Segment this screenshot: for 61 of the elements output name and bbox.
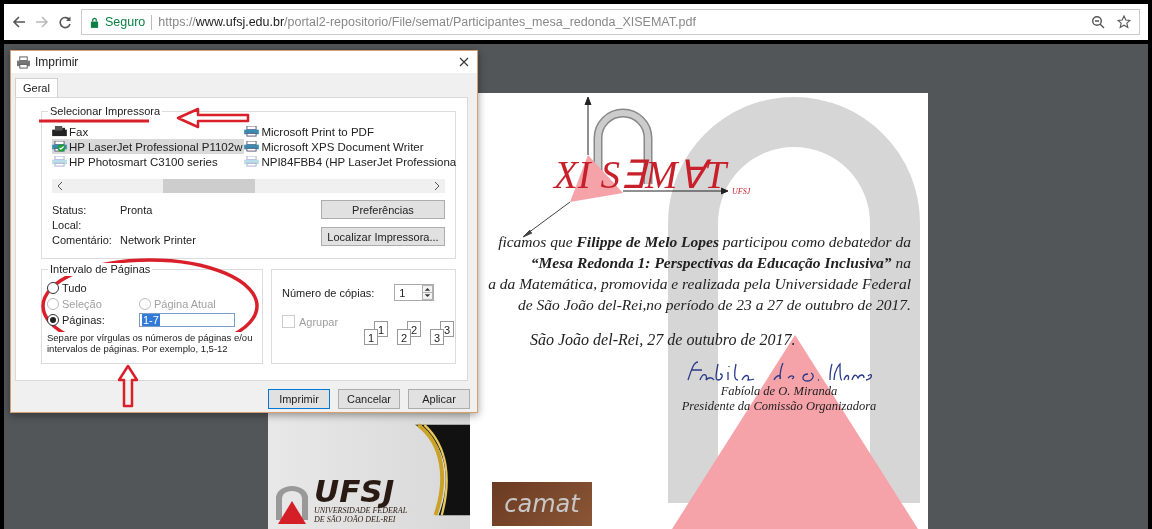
dialog-button[interactable]: Imprimir — [268, 389, 330, 409]
page-sheet: 1 — [364, 329, 379, 345]
ufsj-line: DE SÃO JOÃO DEL-REI — [314, 515, 397, 524]
status-label: Status: — [52, 204, 88, 218]
status-value: Network Printer — [120, 234, 196, 248]
copies-spinner[interactable]: 1 — [394, 284, 435, 301]
printer-item[interactable]: NPI84FBB4 (HP LaserJet Professiona — [244, 154, 459, 169]
lock-icon — [90, 16, 99, 28]
group-title: Intervalo de Páginas — [48, 263, 153, 276]
star-icon[interactable] — [1117, 15, 1131, 29]
secure-label: Seguro — [105, 15, 146, 29]
dialog-button[interactable]: Cancelar — [338, 389, 400, 409]
copies-label: Número de cópias: — [282, 286, 375, 299]
address-bar[interactable]: Seguro https://www.ufsj.edu.br/portal2-repositorio/File/semat/Participantes_mesa_redonda_XISEMAT.pdf — [81, 9, 1140, 35]
zoom-icon[interactable] — [1091, 15, 1105, 29]
printer-icon — [52, 156, 67, 167]
scrollbar[interactable] — [52, 179, 445, 193]
camat-logo: camat — [492, 482, 592, 526]
radio-option[interactable]: Tudo — [47, 280, 249, 296]
printer-icon — [16, 55, 31, 69]
ufsj-name: UFSJ — [314, 476, 395, 506]
page-sheet: 3 — [430, 329, 445, 345]
printer-icon — [244, 141, 260, 152]
annotation-arrow — [117, 364, 139, 408]
date-text: São João del-Rei, 27 de outubro de 2017. — [530, 330, 796, 350]
status-value: Pronta — [120, 204, 153, 218]
printer-icon — [244, 126, 260, 137]
signer-role: Presidente da Comissão Organizadora — [681, 399, 877, 414]
printer-icon — [52, 141, 67, 152]
status-label: Comentário: — [52, 234, 113, 248]
certificate-text: ficamos que Filippe de Melo Lopes participou como debatedor da — [497, 232, 912, 252]
printer-icon — [244, 156, 260, 167]
reload-icon[interactable] — [58, 15, 72, 29]
printer-item[interactable]: HP Photosmart C3100 series — [52, 154, 245, 169]
dialog-button[interactable]: Localizar Impressora... — [321, 227, 445, 246]
dialog-button[interactable]: Preferências — [321, 200, 445, 219]
back-icon[interactable] — [12, 15, 26, 29]
certificate-text: de São João del-Rei,no período de 23 a 27 de outubro de 2017. — [517, 295, 912, 315]
signer-name: Fabíola de O. Miranda — [720, 384, 838, 399]
page-sheet: 2 — [397, 329, 412, 345]
dialog-title: Imprimir — [35, 55, 79, 69]
ufsj-line: UNIVERSIDADE FEDERAL — [314, 506, 408, 515]
chevron-left-icon[interactable] — [57, 182, 63, 190]
close-icon[interactable] — [459, 57, 469, 67]
arch-triangle-icon — [274, 484, 310, 524]
printer-item[interactable]: Microsoft XPS Document Writer — [244, 139, 459, 154]
certificate-text: “Mesa Redonda 1: Perspectivas da Educação Inclusiva” na — [529, 253, 912, 273]
logo-subtitle: UFSJ — [732, 187, 751, 196]
status-label: Local: — [52, 219, 83, 233]
group-title: Selecionar Impressora — [48, 105, 163, 118]
dialog-button[interactable]: Aplicar — [408, 389, 470, 409]
fax-icon — [52, 126, 67, 137]
radio-option[interactable]: Páginas: — [47, 312, 139, 328]
printer-item[interactable]: Fax — [52, 124, 245, 139]
printer-item[interactable]: Microsoft Print to PDF — [244, 124, 459, 139]
tab[interactable]: Geral — [15, 78, 58, 97]
certificate-text: a da Matemática, promovida e realizada pela Universidade Federal — [487, 274, 912, 294]
chevron-right-icon[interactable] — [434, 182, 440, 190]
url-text: https://www.ufsj.edu.br/portal2-repositorio/File/semat/Participantes_mesa_redonda_XISEMAT.pdf — [158, 15, 696, 29]
pages-input[interactable]: 1-7 — [139, 313, 235, 327]
printer-item[interactable]: HP LaserJet Professional P1102w — [52, 139, 245, 154]
